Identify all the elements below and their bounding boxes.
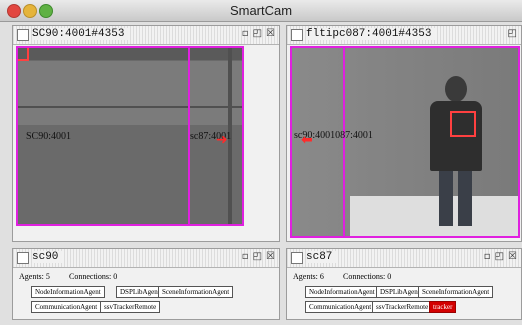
- agent-node-information[interactable]: NodeInformationAgent: [31, 286, 105, 298]
- window-header[interactable]: SC90:4001#4353 ▫ ◰ ☒: [13, 26, 279, 45]
- agent-ssv-tracker-remote[interactable]: ssvTrackerRemote: [372, 301, 433, 313]
- connections-count: Connections: 0: [343, 272, 392, 281]
- close-icon[interactable]: ☒: [508, 251, 517, 262]
- agent-scene-information[interactable]: SceneInformationAgent: [418, 286, 494, 298]
- window-menu-icon[interactable]: [291, 29, 303, 41]
- window-menu-icon[interactable]: [291, 252, 303, 264]
- window-menu-icon[interactable]: [17, 29, 29, 41]
- agents-count: Agents: 6: [293, 272, 324, 281]
- window-title: SC90:4001#4353: [32, 28, 129, 40]
- app-title: SmartCam: [229, 3, 293, 18]
- direction-arrow-icon: ➜: [216, 132, 228, 148]
- connections-count: Connections: 0: [69, 272, 118, 281]
- agent-ssv-tracker-remote[interactable]: ssvTrackerRemote: [100, 301, 161, 313]
- direction-arrow-icon: ⬅: [301, 132, 313, 148]
- close-icon[interactable]: ☒: [266, 28, 275, 39]
- window-title: sc90: [32, 251, 63, 263]
- agent-window-right[interactable]: sc87 ▫ ◰ ☒ Agents: 6 Connections: 0 NodeIn…: [286, 248, 522, 320]
- window-menu-icon[interactable]: [17, 252, 29, 264]
- window-header[interactable]: sc90 ▫ ◰ ☒: [13, 249, 279, 268]
- agents-count: Agents: 5: [19, 272, 50, 281]
- maximize-icon[interactable]: ◰: [253, 251, 262, 262]
- agent-dsplib[interactable]: DSPLibAgent: [376, 286, 424, 298]
- window-title: sc87: [306, 251, 337, 263]
- agent-communication[interactable]: CommunicationAgent: [305, 301, 376, 313]
- app-title-bar: SmartCam: [0, 0, 522, 22]
- agent-window-left[interactable]: sc90 ▫ ◰ ☒ Agents: 5 Connections: 0 NodeIn…: [12, 248, 280, 320]
- window-header[interactable]: fltipc087:4001#4353 ◰: [287, 26, 521, 45]
- maximize-icon[interactable]: ◰: [508, 28, 517, 39]
- camera-feed-left[interactable]: SC90:4001 sc87:4001 ➜: [16, 46, 244, 226]
- restore-icon[interactable]: ▫: [242, 251, 249, 262]
- agent-tracker-active[interactable]: tracker: [429, 301, 457, 313]
- agent-dsplib[interactable]: DSPLibAgent: [116, 286, 164, 298]
- restore-icon[interactable]: ▫: [242, 28, 249, 39]
- camera-window-left[interactable]: SC90:4001#4353 ▫ ◰ ☒ SC90:4001 sc87:4001 ➜: [12, 25, 280, 242]
- desktop-pane: SC90:4001#4353 ▫ ◰ ☒ SC90:4001 sc87:4001 ➜…: [0, 22, 522, 325]
- maximize-icon[interactable]: ◰: [253, 28, 262, 39]
- agent-scene-information[interactable]: SceneInformationAgent: [158, 286, 234, 298]
- restore-icon[interactable]: ▫: [484, 251, 491, 262]
- camera-feed-right[interactable]: sc90:4001087:4001 ⬅: [290, 46, 520, 238]
- camera-window-right[interactable]: fltipc087:4001#4353 ◰ sc90:4001087:4001 …: [286, 25, 522, 242]
- close-icon[interactable]: ☒: [266, 251, 275, 262]
- camera-label-self: SC90:4001: [26, 131, 72, 142]
- maximize-icon[interactable]: ◰: [495, 251, 504, 262]
- window-title: fltipc087:4001#4353: [306, 28, 436, 40]
- window-header[interactable]: sc87 ▫ ◰ ☒: [287, 249, 521, 268]
- field-of-view-outline: [290, 46, 520, 238]
- agent-communication[interactable]: CommunicationAgent: [31, 301, 102, 313]
- agent-node-information[interactable]: NodeInformationAgent: [305, 286, 379, 298]
